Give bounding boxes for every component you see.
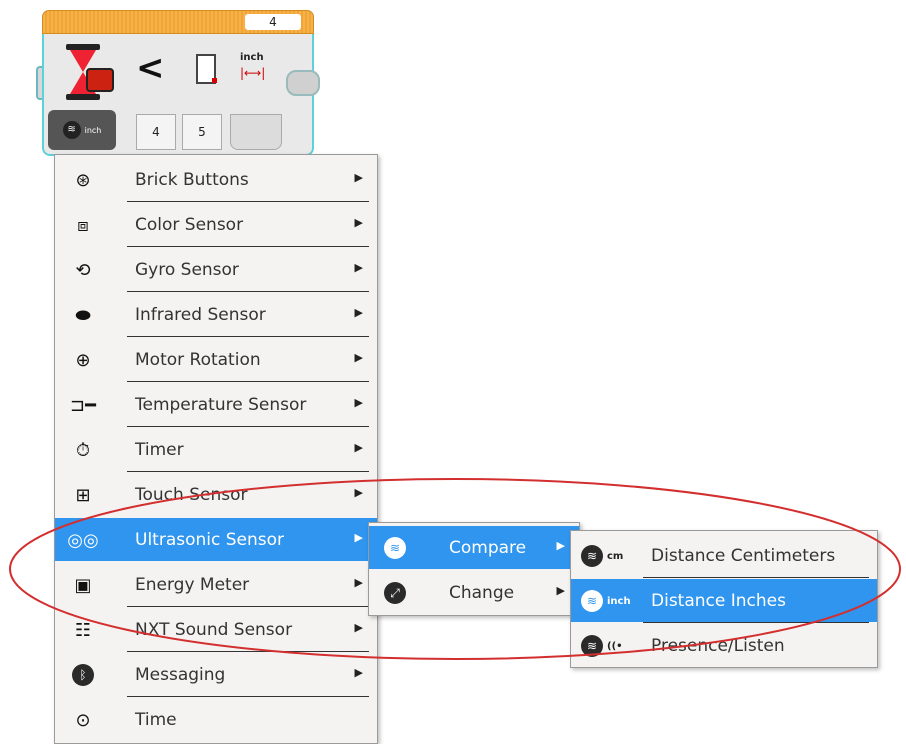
menu-item-energy-meter[interactable]: ▣ Energy Meter ▶ xyxy=(55,563,377,606)
submenu-arrow-icon: ▶ xyxy=(354,441,363,454)
menu-item-nxt-sound-sensor[interactable]: ☷ NXT Sound Sensor ▶ xyxy=(55,608,377,651)
ultrasonic-compare-icon: ≋ xyxy=(381,534,409,562)
ultrasonic-cm-icon: ≋ cm xyxy=(581,542,641,570)
stopwatch-icon: ⊙ xyxy=(75,709,91,731)
submenu-arrow-icon: ▶ xyxy=(556,584,565,597)
energy-meter-icon: ▣ xyxy=(74,574,92,596)
menu-item-timer[interactable]: ⏱ Timer ▶ xyxy=(55,428,377,471)
menu-item-gyro-sensor[interactable]: ⟲ Gyro Sensor ▶ xyxy=(55,248,377,291)
mode-selector-button[interactable]: ≋ inch xyxy=(48,110,116,150)
menu-item-label: Presence/Listen xyxy=(651,636,785,656)
menu-item-time[interactable]: ⊙ Time xyxy=(55,698,377,741)
menu-item-motor-rotation[interactable]: ⊕ Motor Rotation ▶ xyxy=(55,338,377,381)
submenu-arrow-icon: ▶ xyxy=(354,396,363,409)
menu-item-change[interactable]: ⤢ Change ▶ xyxy=(369,571,579,614)
sensor-category-menu: ⊛ Brick Buttons ▶ ⧈ Color Sensor ▶ ⟲ Gyr… xyxy=(54,154,378,744)
infrared-sensor-icon: ⬬ xyxy=(75,304,91,326)
submenu-arrow-icon: ▶ xyxy=(354,171,363,184)
menu-item-presence-listen[interactable]: ≋ ((• Presence/Listen xyxy=(571,624,877,667)
ultrasonic-sensor-icon: ◎◎ xyxy=(67,529,99,551)
submenu-arrow-icon: ▶ xyxy=(354,621,363,634)
block-top-value[interactable]: 4 xyxy=(245,14,301,30)
menu-item-label: Distance Centimeters xyxy=(651,546,836,566)
menu-item-distance-centimeters[interactable]: ≋ cm Distance Centimeters xyxy=(571,534,877,577)
menu-item-compare[interactable]: ≋ Compare ▶ xyxy=(369,526,579,569)
temperature-sensor-icon: ⊐━ xyxy=(70,394,96,416)
menu-item-distance-inches[interactable]: ≋ inch Distance Inches xyxy=(571,579,877,622)
width-arrow-icon: |⟷| xyxy=(240,66,266,80)
wait-block[interactable]: 4 < inch |⟷| ≋ inch 4 5 xyxy=(36,4,320,162)
menu-item-label: NXT Sound Sensor xyxy=(135,620,293,640)
color-sensor-icon: ⧈ xyxy=(77,214,89,236)
menu-item-label: Compare xyxy=(449,538,527,558)
menu-item-label: Timer xyxy=(135,440,184,460)
bluetooth-icon: ᛒ xyxy=(69,661,97,689)
menu-item-label: Time xyxy=(135,710,177,730)
ultrasonic-mode-icon: ≋ xyxy=(62,121,81,139)
menu-item-label: Messaging xyxy=(135,665,226,685)
block-header: 4 xyxy=(42,10,314,34)
submenu-arrow-icon: ▶ xyxy=(354,216,363,229)
menu-item-label: Energy Meter xyxy=(135,575,250,595)
timer-icon: ⏱ xyxy=(75,439,91,461)
menu-item-color-sensor[interactable]: ⧈ Color Sensor ▶ xyxy=(55,203,377,246)
menu-item-ultrasonic-sensor[interactable]: ◎◎ Ultrasonic Sensor ▶ xyxy=(55,518,377,561)
menu-item-temperature-sensor[interactable]: ⊐━ Temperature Sensor ▶ xyxy=(55,383,377,426)
gyro-sensor-icon: ⟲ xyxy=(75,259,91,281)
menu-item-infrared-sensor[interactable]: ⬬ Infrared Sensor ▶ xyxy=(55,293,377,336)
menu-item-label: Ultrasonic Sensor xyxy=(135,530,285,550)
ultrasonic-inch-icon: ≋ inch xyxy=(581,587,641,615)
compare-mode-submenu: ≋ cm Distance Centimeters ≋ inch Distance … xyxy=(570,530,878,668)
menu-item-brick-buttons[interactable]: ⊛ Brick Buttons ▶ xyxy=(55,158,377,201)
submenu-arrow-icon: ▶ xyxy=(354,261,363,274)
menu-item-messaging[interactable]: ᛒ Messaging ▶ xyxy=(55,653,377,696)
unit-label: inch xyxy=(240,52,264,63)
comparison-symbol: < xyxy=(136,48,165,88)
menu-item-label: Change xyxy=(449,583,515,603)
submenu-arrow-icon: ▶ xyxy=(556,539,565,552)
sequence-output-plug[interactable] xyxy=(286,70,320,96)
menu-item-label: Motor Rotation xyxy=(135,350,261,370)
threshold-input[interactable] xyxy=(230,114,282,150)
ultrasonic-submenu: ≋ Compare ▶ ⤢ Change ▶ xyxy=(368,522,580,616)
change-icon: ⤢ xyxy=(381,579,409,607)
menu-item-label: Temperature Sensor xyxy=(135,395,307,415)
submenu-arrow-icon: ▶ xyxy=(354,306,363,319)
menu-item-label: Touch Sensor xyxy=(135,485,248,505)
menu-item-label: Infrared Sensor xyxy=(135,305,266,325)
brick-buttons-icon: ⊛ xyxy=(75,169,91,191)
submenu-arrow-icon: ▶ xyxy=(354,351,363,364)
ultrasonic-sensor-icon xyxy=(86,68,114,92)
mode-unit-label: inch xyxy=(84,125,102,135)
menu-item-label: Brick Buttons xyxy=(135,170,249,190)
compare-type-input[interactable]: 4 xyxy=(136,114,176,150)
threshold-dot xyxy=(212,78,217,83)
nxt-sound-sensor-icon: ☷ xyxy=(74,619,92,641)
submenu-arrow-icon: ▶ xyxy=(354,531,363,544)
submenu-arrow-icon: ▶ xyxy=(354,486,363,499)
menu-item-label: Gyro Sensor xyxy=(135,260,239,280)
submenu-arrow-icon: ▶ xyxy=(354,666,363,679)
touch-sensor-icon: ⊞ xyxy=(75,484,91,506)
menu-item-label: Distance Inches xyxy=(651,591,786,611)
port-input[interactable]: 5 xyxy=(182,114,222,150)
menu-item-touch-sensor[interactable]: ⊞ Touch Sensor ▶ xyxy=(55,473,377,516)
submenu-arrow-icon: ▶ xyxy=(354,576,363,589)
ultrasonic-listen-icon: ≋ ((• xyxy=(581,632,641,660)
motor-rotation-icon: ⊕ xyxy=(75,349,91,371)
menu-item-label: Color Sensor xyxy=(135,215,244,235)
